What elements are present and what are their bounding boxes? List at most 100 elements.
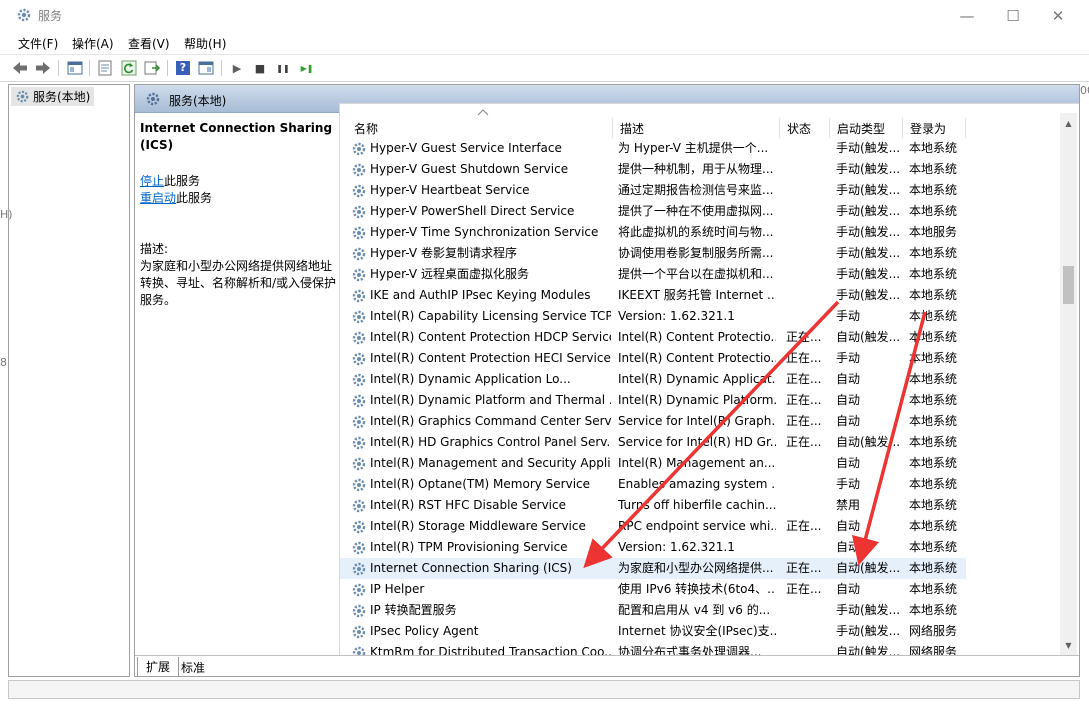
table-row-selected[interactable]: Internet Connection Sharing (ICS) 为家庭和小型办… [340, 558, 966, 579]
service-description: IKEEXT 服务托管 Internet ... [618, 288, 776, 302]
service-logon-as: 本地系统 [909, 204, 958, 218]
table-row[interactable]: IP 转换配置服务 配置和启用从 v4 到 v6 的... 手动(触发... 本地系统 [340, 600, 966, 621]
menu-view[interactable]: 查看(V) [128, 35, 170, 52]
maximize-button[interactable]: ☐ [990, 0, 1036, 31]
table-row[interactable]: KtmRm for Distributed Transaction Coo...… [340, 642, 966, 655]
forward-icon[interactable] [34, 59, 52, 77]
show-hide-tree-icon[interactable] [66, 59, 84, 77]
table-row[interactable]: Hyper-V PowerShell Direct Service 提供了一种在不… [340, 201, 966, 222]
service-gear-icon [352, 520, 366, 534]
service-logon-as: 本地系统 [909, 351, 958, 365]
menu-action[interactable]: 操作(A) [72, 35, 114, 52]
service-startup-type: 自动 [836, 582, 861, 596]
title-bar: 服务 — ☐ ✕ [0, 0, 1089, 31]
vertical-scrollbar[interactable]: ▲ ▼ [1060, 113, 1077, 655]
table-row[interactable]: Intel(R) Dynamic Platform and Thermal ..… [340, 390, 966, 411]
table-row[interactable]: Intel(R) Content Protection HDCP Service… [340, 327, 966, 348]
table-row[interactable]: Hyper-V Heartbeat Service 通过定期报告检测信号来监...… [340, 180, 966, 201]
table-row[interactable]: IP Helper 使用 IPv6 转换技术(6to4、... 正在... 自动 本地系… [340, 579, 966, 600]
scroll-up-icon[interactable]: ▲ [1064, 119, 1073, 128]
column-logon-as[interactable]: 登录为 [903, 118, 966, 138]
pause-service-icon[interactable]: ❚❚ [274, 59, 292, 77]
table-row[interactable]: Intel(R) Graphics Command Center Serv...… [340, 411, 966, 432]
service-name: KtmRm for Distributed Transaction Coo... [370, 645, 611, 655]
menu-help[interactable]: 帮助(H) [184, 35, 226, 52]
export-list-icon[interactable] [143, 59, 161, 77]
help-icon[interactable]: ? [174, 59, 192, 77]
restart-service-icon[interactable]: ▶❚ [298, 59, 316, 77]
table-row[interactable]: IPsec Policy Agent Internet 协议安全(IPsec)支.… [340, 621, 966, 642]
service-gear-icon [352, 331, 366, 345]
service-description: Service for Intel(R) Graph... [618, 414, 776, 428]
service-logon-as: 本地系统 [909, 540, 958, 554]
service-name: Hyper-V Guest Service Interface [370, 141, 562, 155]
table-row[interactable]: Hyper-V Guest Service Interface 为 Hyper-V… [340, 138, 966, 159]
service-name: IP 转换配置服务 [370, 603, 457, 617]
refresh-icon[interactable] [120, 59, 138, 77]
service-status [786, 642, 826, 655]
service-status [786, 264, 826, 285]
table-row[interactable]: Hyper-V Guest Shutdown Service 提供一种机制，用于从… [340, 159, 966, 180]
table-row[interactable]: Intel(R) Content Protection HECI Service… [340, 348, 966, 369]
tree-item-local-services[interactable]: 服务(本地) [11, 87, 95, 106]
service-logon-as: 本地系统 [909, 561, 958, 575]
service-description: Intel(R) Content Protectio... [618, 351, 776, 365]
service-startup-type: 自动 [836, 540, 861, 554]
stop-service-link[interactable]: 停止 [140, 174, 164, 188]
table-row[interactable]: Intel(R) RST HFC Disable Service Turns of… [340, 495, 966, 516]
menu-file[interactable]: 文件(F) [18, 35, 58, 52]
column-description[interactable]: 描述 [613, 118, 780, 138]
service-logon-as: 本地系统 [909, 267, 958, 281]
column-status[interactable]: 状态 [780, 118, 830, 138]
column-name[interactable]: 名称 [347, 118, 613, 138]
table-row[interactable]: Intel(R) Capability Licensing Service TC… [340, 306, 966, 327]
service-name: Intel(R) Content Protection HDCP Service [370, 330, 611, 344]
service-description: 协调使用卷影复制服务所需... [618, 246, 774, 260]
service-logon-as: 本地系统 [909, 582, 958, 596]
service-name: Intel(R) TPM Provisioning Service [370, 540, 568, 554]
service-name: IP Helper [370, 582, 425, 596]
column-startup-type[interactable]: 启动类型 [830, 118, 903, 138]
service-gear-icon [352, 604, 366, 618]
service-status: 正在... [786, 519, 822, 533]
service-gear-icon [352, 646, 366, 655]
tree-item-label: 服务(本地) [33, 90, 91, 104]
service-gear-icon [352, 415, 366, 429]
service-gear-icon [352, 436, 366, 450]
tab-standard[interactable]: 标准 [173, 657, 213, 676]
table-row[interactable]: Hyper-V Time Synchronization Service 将此虚拟… [340, 222, 966, 243]
table-row[interactable]: Intel(R) Management and Security Appli..… [340, 453, 966, 474]
service-startup-type: 自动 [836, 456, 861, 470]
minimize-button[interactable]: — [944, 0, 990, 31]
table-row[interactable]: Intel(R) Dynamic Application Lo... Intel(… [340, 369, 966, 390]
table-row[interactable]: Intel(R) Storage Middleware Service RPC e… [340, 516, 966, 537]
restart-service-link[interactable]: 重启动 [140, 191, 176, 205]
service-name: IKE and AuthIP IPsec Keying Modules [370, 288, 591, 302]
show-action-pane-icon[interactable] [197, 59, 215, 77]
service-description: Intel(R) Dynamic Applicat... [618, 372, 776, 386]
main-pane: 服务(本地) Internet Connection Sharing (ICS)… [134, 84, 1080, 677]
menu-bar: 文件(F) 操作(A) 查看(V) 帮助(H) [0, 31, 1089, 53]
service-description: Service for Intel(R) HD Gr... [618, 435, 776, 449]
table-row[interactable]: Intel(R) TPM Provisioning Service Version… [340, 537, 966, 558]
table-row[interactable]: Hyper-V 远程桌面虚拟化服务 提供一个平台以在虚拟机和... 手动(触发...… [340, 264, 966, 285]
table-row[interactable]: Intel(R) Optane(TM) Memory Service Enable… [340, 474, 966, 495]
back-icon[interactable] [11, 59, 29, 77]
start-service-icon[interactable]: ▶ [228, 59, 246, 77]
service-logon-as: 本地系统 [909, 162, 958, 176]
scrollbar-thumb[interactable] [1063, 266, 1074, 304]
service-description: 使用 IPv6 转换技术(6to4、... [618, 582, 776, 596]
scroll-down-icon[interactable]: ▼ [1064, 641, 1073, 650]
properties-icon[interactable] [96, 59, 114, 77]
table-row[interactable]: IKE and AuthIP IPsec Keying Modules IKEEX… [340, 285, 966, 306]
close-button[interactable]: ✕ [1035, 0, 1081, 31]
service-logon-as: 本地系统 [909, 246, 958, 260]
service-description: Enables amazing system ... [618, 477, 776, 491]
service-startup-type: 自动 [836, 372, 861, 386]
toolbar-separator [89, 60, 90, 76]
table-row[interactable]: Hyper-V 卷影复制请求程序 协调使用卷影复制服务所需... 手动(触发... 本… [340, 243, 966, 264]
service-logon-as: 本地服务 [909, 225, 958, 239]
stop-service-icon[interactable]: ■ [251, 59, 269, 77]
service-name: Intel(R) Management and Security Appli..… [370, 456, 611, 470]
table-row[interactable]: Intel(R) HD Graphics Control Panel Serv.… [340, 432, 966, 453]
